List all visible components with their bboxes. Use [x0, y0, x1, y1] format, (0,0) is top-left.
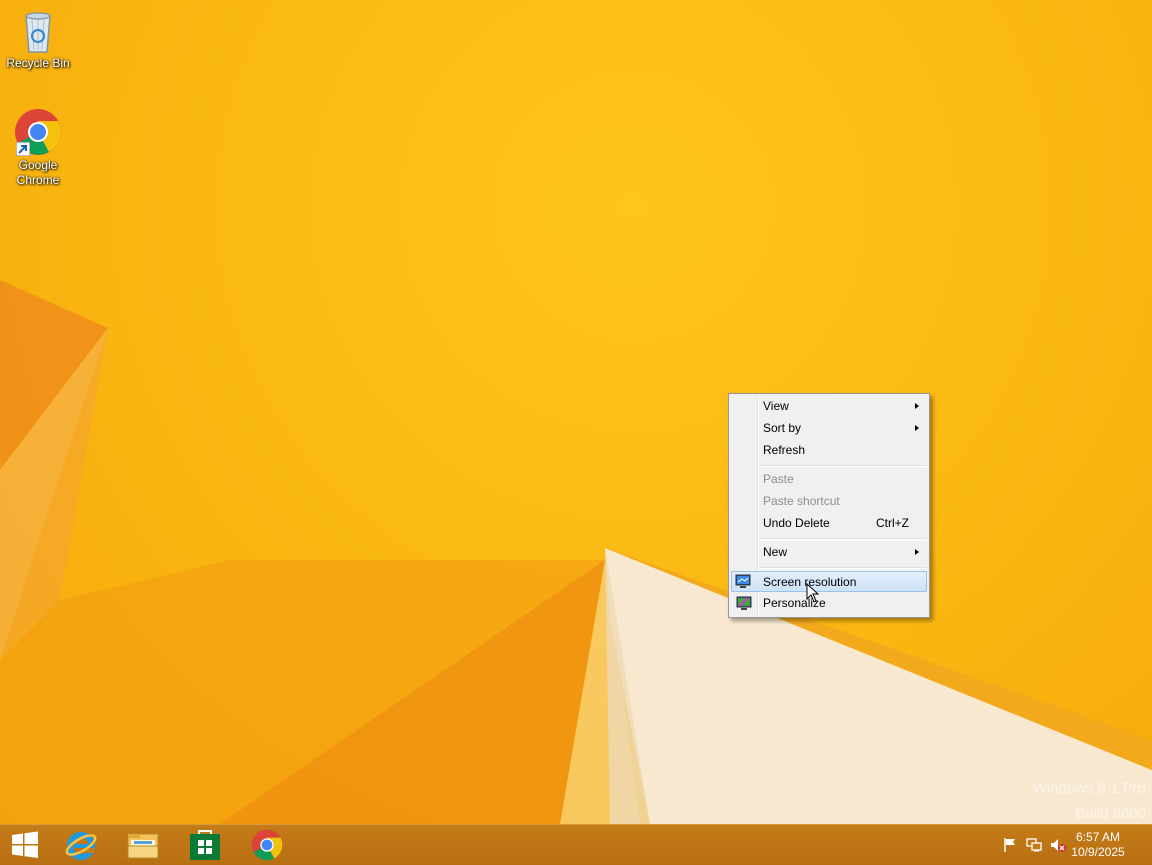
menu-item-paste-shortcut: Paste shortcut [731, 491, 927, 512]
menu-item-paste: Paste [731, 469, 927, 490]
internet-explorer-icon [65, 832, 97, 860]
menu-item-screen-resolution[interactable]: Screen resolution [731, 571, 927, 592]
menu-item-sort-by[interactable]: Sort by [731, 418, 927, 439]
clock-date: 10/9/2025 [1071, 845, 1125, 859]
menu-item-label: Paste [763, 472, 794, 486]
windows-edition-watermark: Windows 8.1 Pro [1032, 780, 1146, 797]
submenu-arrow-icon [915, 403, 919, 409]
mouse-cursor-icon [806, 583, 820, 603]
submenu-arrow-icon [915, 549, 919, 555]
menu-separator [759, 567, 927, 569]
recycle-bin-label: Recycle Bin [6, 56, 70, 70]
recycle-bin-icon [14, 6, 62, 54]
recycle-bin-desktop-icon[interactable]: Recycle Bin [0, 6, 76, 71]
menu-item-undo-delete[interactable]: Undo Delete Ctrl+Z [731, 513, 927, 534]
start-button[interactable] [0, 825, 50, 865]
menu-item-personalize[interactable]: Personalize [731, 593, 927, 614]
wallpaper-shapes [0, 280, 1152, 824]
menu-item-label: Refresh [763, 443, 806, 457]
windows-build-watermark: Build 9600 [1075, 805, 1146, 822]
display-icon [735, 574, 751, 588]
taskbar-store[interactable] [176, 825, 234, 865]
file-explorer-icon [127, 833, 159, 859]
menu-item-label: New [763, 545, 788, 559]
windows-start-icon [12, 831, 38, 858]
menu-item-label: Undo Delete [763, 516, 830, 530]
chrome-icon [251, 829, 283, 861]
menu-item-refresh[interactable]: Refresh [731, 440, 927, 461]
clock-time: 6:57 AM [1075, 830, 1121, 844]
system-clock[interactable]: 6:57 AM 10/9/2025 [1058, 830, 1138, 860]
menu-item-label: Sort by [763, 421, 802, 435]
action-center-flag-icon[interactable] [1002, 837, 1018, 853]
taskbar-file-explorer[interactable] [114, 825, 172, 865]
menu-item-label: Paste shortcut [763, 494, 840, 508]
taskbar-internet-explorer[interactable] [52, 825, 110, 865]
menu-item-shortcut: Ctrl+Z [876, 516, 909, 530]
network-icon[interactable] [1026, 837, 1042, 853]
taskbar-google-chrome[interactable] [238, 825, 296, 865]
google-chrome-desktop-icon[interactable]: Google Chrome [0, 108, 76, 188]
personalize-icon [736, 596, 752, 610]
menu-item-label: View [763, 399, 789, 413]
taskbar: 6:57 AM 10/9/2025 [0, 824, 1152, 865]
menu-item-new[interactable]: New [731, 542, 927, 563]
shortcut-arrow-icon [16, 142, 30, 156]
chrome-icon [14, 108, 62, 156]
desktop[interactable]: Recycle Bin Google Chrome Windows 8.1 Pr… [0, 0, 1152, 824]
menu-item-view[interactable]: View [731, 396, 927, 417]
desktop-context-menu: View Sort by Refresh Paste Paste shortcu… [728, 393, 930, 618]
menu-separator [759, 465, 927, 467]
store-icon [190, 830, 220, 860]
google-chrome-label: Google Chrome [16, 158, 60, 187]
menu-separator [759, 538, 927, 540]
submenu-arrow-icon [915, 425, 919, 431]
